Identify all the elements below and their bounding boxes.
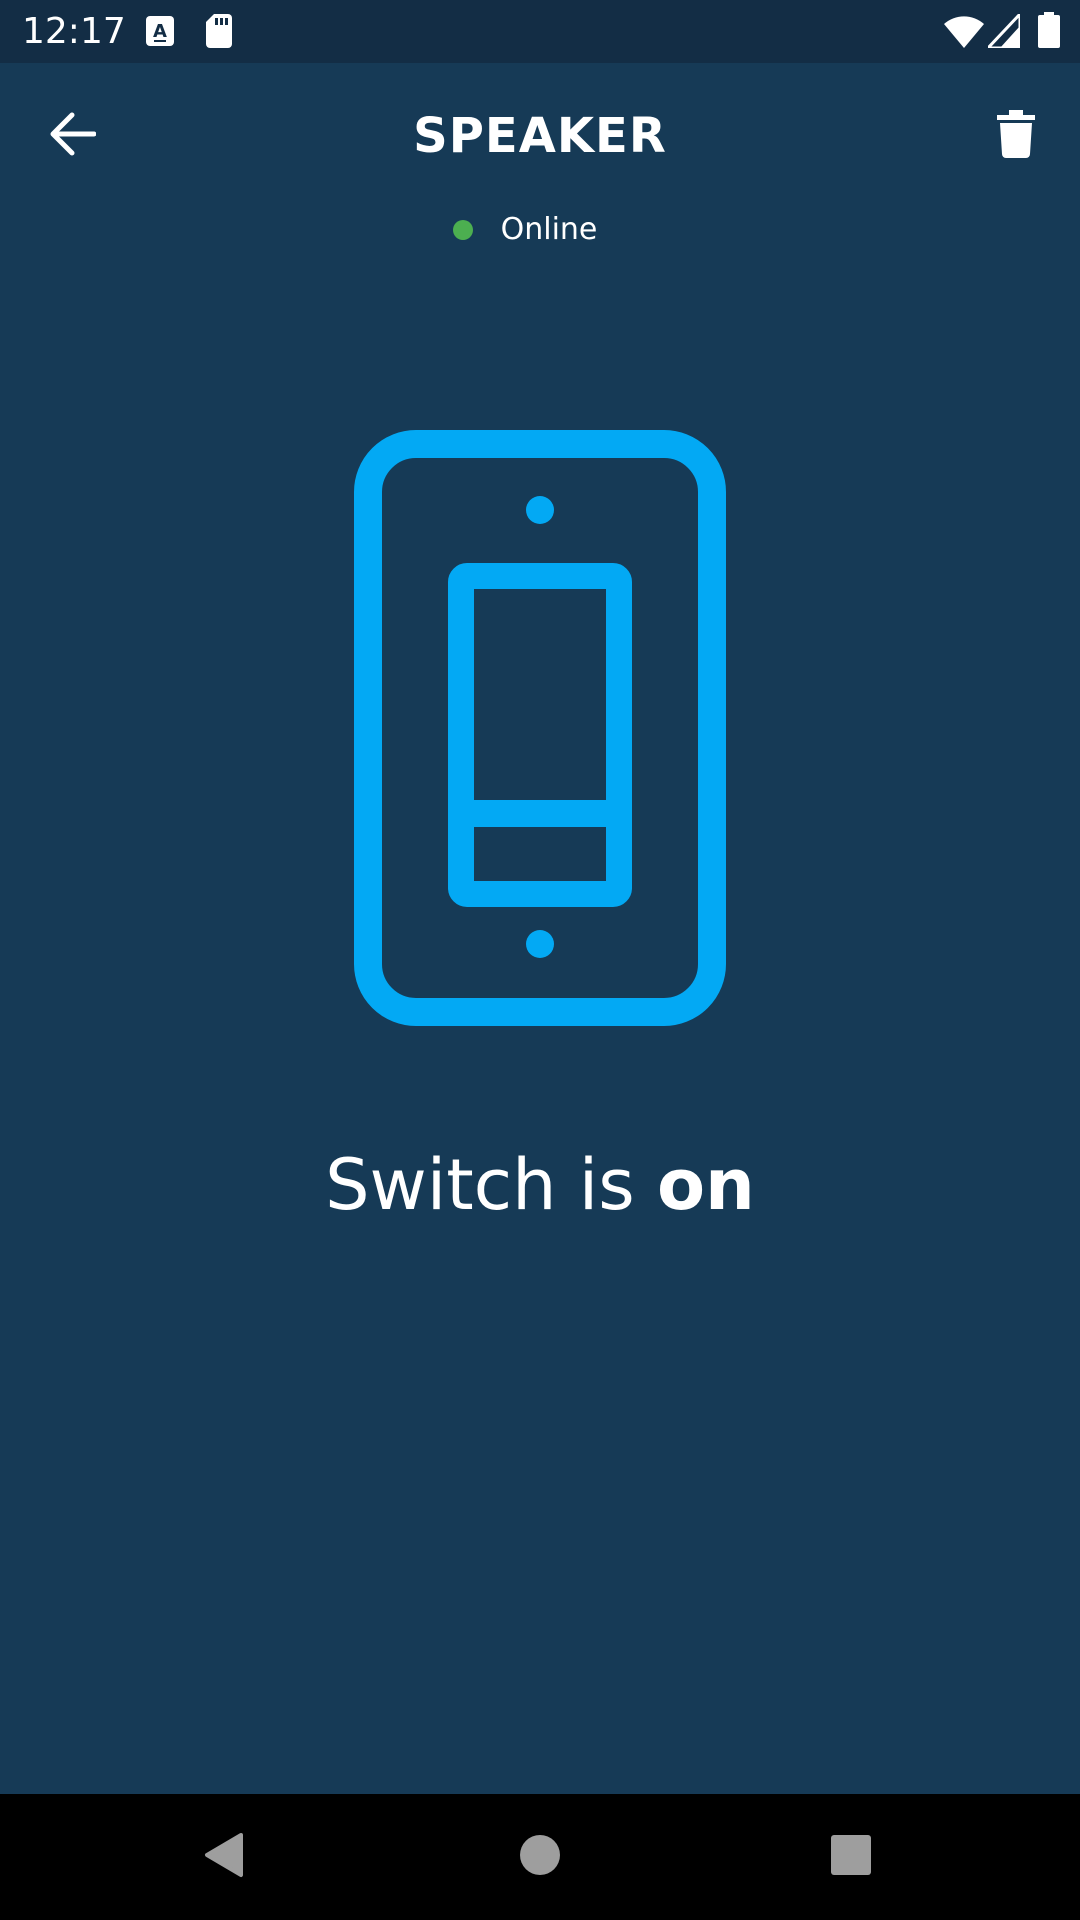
switch-state-prefix: Switch is xyxy=(325,1144,657,1226)
nav-recents-button[interactable] xyxy=(818,1824,884,1890)
nav-bar xyxy=(0,1794,1080,1920)
cell-signal-icon xyxy=(984,10,1022,52)
status-dot xyxy=(452,220,473,240)
nav-back-icon xyxy=(201,1831,249,1883)
svg-text:A: A xyxy=(153,21,167,42)
switch-state-value: on xyxy=(656,1144,755,1226)
battery-icon xyxy=(1038,12,1060,52)
status-time: 12:17 xyxy=(22,11,126,52)
device-status: Online xyxy=(0,208,1080,252)
back-button[interactable] xyxy=(36,100,108,172)
nav-recents-icon xyxy=(830,1834,872,1880)
switch-state-text: Switch is on xyxy=(0,1140,1080,1230)
arrow-back-icon xyxy=(48,112,97,160)
light-switch-icon xyxy=(354,430,726,1026)
wifi-icon xyxy=(944,14,984,52)
status-text: Online xyxy=(500,212,598,247)
nav-back-button[interactable] xyxy=(192,1824,258,1890)
screen: 12:17 A SPEAKER Online Switch is on xyxy=(0,0,1080,1920)
status-bar: 12:17 A xyxy=(0,0,1080,63)
page-title: SPEAKER xyxy=(413,108,667,164)
sd-card-icon xyxy=(206,14,232,52)
trash-icon xyxy=(997,110,1035,162)
nav-home-icon xyxy=(518,1833,562,1881)
nav-home-button[interactable] xyxy=(507,1824,573,1890)
delete-button[interactable] xyxy=(980,100,1052,172)
a-notification-icon: A xyxy=(146,16,174,50)
